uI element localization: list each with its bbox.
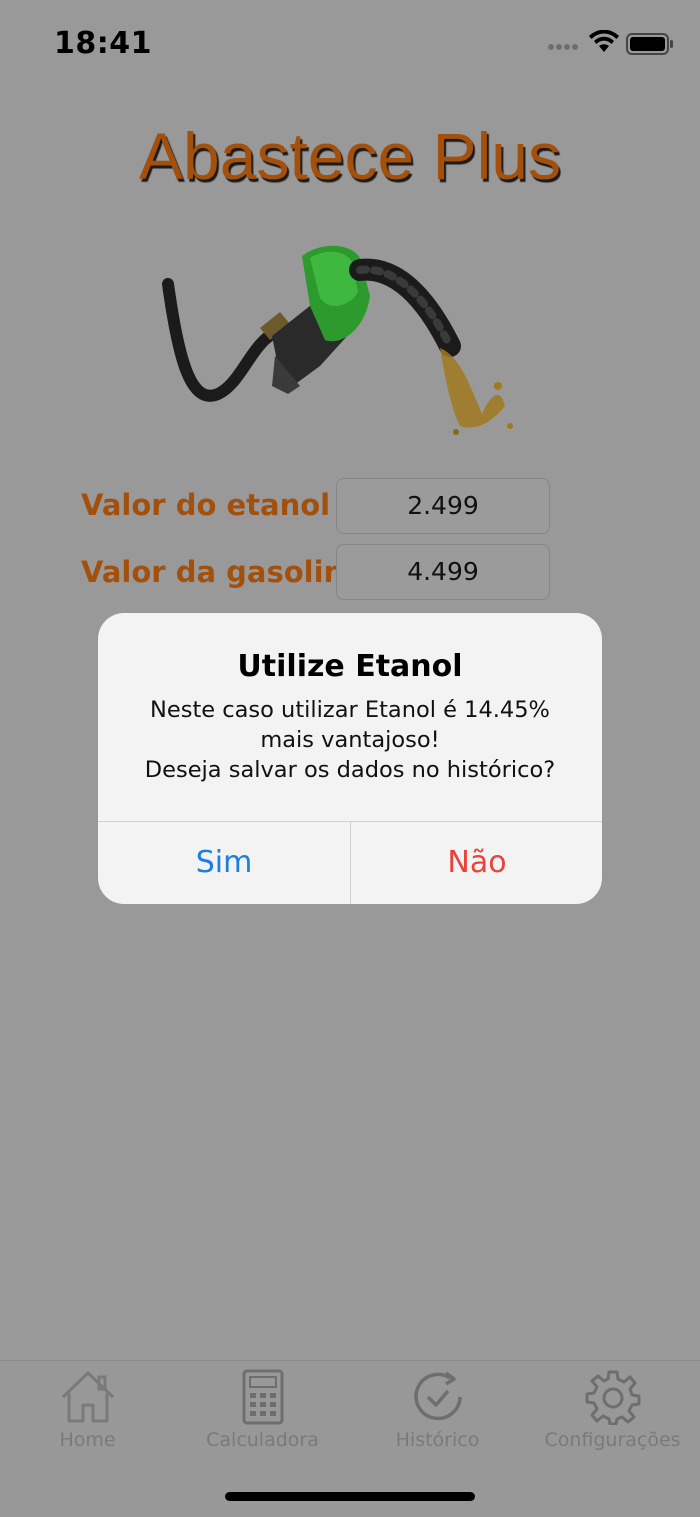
gear-icon [585, 1370, 640, 1425]
battery-icon [626, 33, 673, 55]
calculator-icon [242, 1369, 283, 1425]
tab-label: Calculadora [206, 1429, 319, 1451]
history-icon [413, 1371, 462, 1421]
tab-label: Configurações [544, 1429, 681, 1451]
tab-history[interactable]: Histórico [350, 1361, 525, 1461]
status-bar: 18:41 [0, 0, 700, 88]
app-title: Abastece Plus [139, 119, 561, 193]
tab-settings[interactable]: Configurações [525, 1361, 700, 1461]
yes-button[interactable]: Sim [98, 822, 350, 904]
gasoline-input[interactable]: 4.499 [336, 544, 550, 600]
tab-label: Histórico [395, 1429, 480, 1451]
tab-label: Home [59, 1429, 116, 1451]
alert-title: Utilize Etanol [237, 649, 463, 684]
home-icon [61, 1371, 114, 1423]
wifi-icon [589, 30, 619, 52]
alert-message-line: Deseja salvar os dados no histórico? [144, 757, 556, 783]
home-indicator[interactable] [225, 1492, 475, 1501]
fuel-nozzle-image [162, 245, 513, 435]
cellular-signal-icon [548, 44, 578, 50]
tab-home[interactable]: Home [0, 1361, 175, 1461]
tab-calculator[interactable]: Calculadora [175, 1361, 350, 1461]
alert-message-line: Neste caso utilizar Etanol é 14.45% [150, 697, 550, 723]
no-button[interactable]: Não [351, 822, 602, 904]
status-time: 18:41 [54, 26, 152, 61]
alert-message: Neste caso utilizar Etanol é 14.45% mais… [118, 695, 582, 785]
alert-dialog: Utilize Etanol Neste caso utilizar Etano… [98, 613, 602, 904]
gasoline-label: Valor da gasolina [81, 555, 364, 589]
ethanol-label: Valor do etanol [81, 488, 331, 522]
ethanol-input[interactable]: 2.499 [336, 478, 550, 534]
alert-message-line: mais vantajoso! [260, 727, 440, 753]
